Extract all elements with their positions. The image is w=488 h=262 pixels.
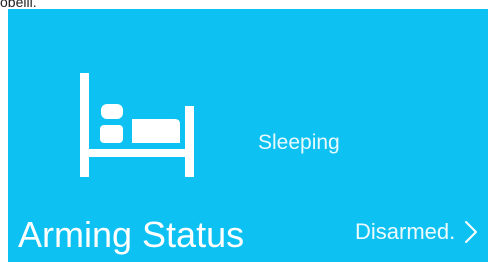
arming-status-tile[interactable]: Sleeping Arming Status Disarmed. — [8, 9, 488, 262]
mode-label: Sleeping — [258, 131, 340, 154]
chevron-right-icon — [465, 221, 478, 243]
arming-status-title: Arming Status — [18, 214, 245, 255]
bed-icon — [80, 73, 194, 177]
page: obelli. Sleeping Arming Status Disarmed. — [0, 0, 488, 262]
arming-status-value: Disarmed. — [355, 219, 456, 244]
arming-status-link[interactable]: Disarmed. — [355, 215, 478, 249]
